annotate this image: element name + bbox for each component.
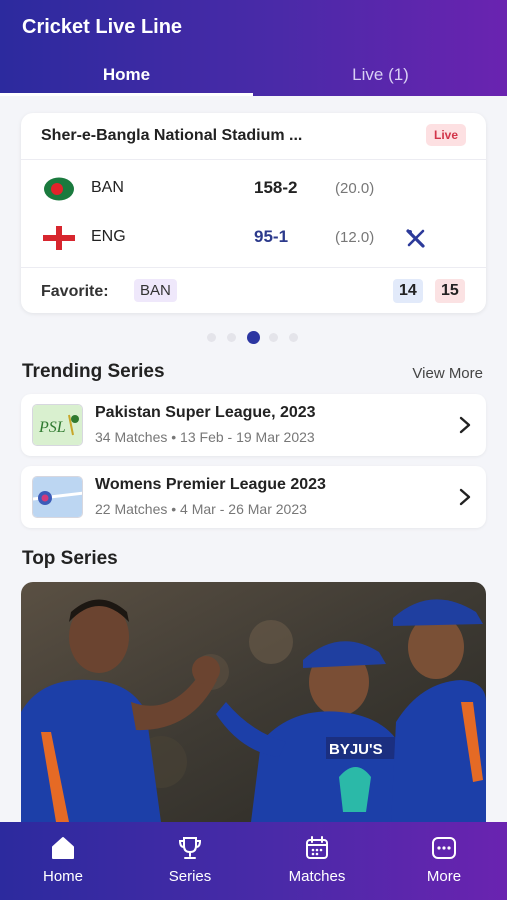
trending-series-title: Trending Series [22,361,165,382]
nav-series[interactable]: Series [127,822,253,900]
pager-dot[interactable] [289,333,298,342]
nav-more[interactable]: More [381,822,507,900]
series-meta: 34 Matches • 13 Feb - 19 Mar 2023 [95,429,315,445]
team-score: 158-2 [254,178,298,197]
match-venue: Sher-e-Bangla National Stadium ... [41,127,303,144]
calendar-icon [306,836,328,859]
home-icon [52,837,74,859]
app-title: Cricket Live Line [22,16,183,38]
pager-dot[interactable] [227,333,236,342]
series-item-psl[interactable]: PSL Pakistan Super League, 2023 34 Match… [21,394,486,456]
tab-home[interactable]: Home [0,58,253,96]
team-name: ENG [91,228,126,245]
team-score: 95-1 [254,227,289,246]
series-name: Womens Premier League 2023 [95,476,326,493]
bottom-nav: Home Series Matches More [0,822,507,900]
top-series-banner-image[interactable]: BYJU'S [21,582,486,822]
nav-label: Matches [288,868,346,885]
svg-text:PSL: PSL [38,419,66,436]
app-header: Cricket Live Line Home Live (1) [0,0,507,96]
team-row-ban: BAN 158-2 (20.0) [21,169,486,209]
england-flag-icon [43,226,75,250]
team-name: BAN [91,179,124,196]
pager-dot-active[interactable] [247,331,260,344]
favorite-label: Favorite: [41,283,109,300]
favorite-team-badge: BAN [134,279,177,302]
chevron-right-icon [459,488,471,506]
nav-matches[interactable]: Matches [254,822,380,900]
bangladesh-flag-icon [44,177,74,201]
team-overs: (12.0) [335,229,375,246]
top-series-title: Top Series [22,548,118,569]
view-more-link[interactable]: View More [412,365,483,382]
live-status-badge: Live [425,124,466,146]
pager-dot[interactable] [207,333,216,342]
team-row-eng: ENG 95-1 (12.0) [21,218,486,258]
nav-home[interactable]: Home [0,822,126,900]
nav-label: More [426,868,462,885]
card-divider [21,267,486,268]
pager-dot[interactable] [269,333,278,342]
psl-logo-icon: PSL [32,404,83,446]
nav-label: Home [42,868,83,885]
team-overs: (20.0) [335,180,375,197]
batting-icon [406,229,425,248]
chevron-right-icon [459,416,471,434]
tab-live[interactable]: Live (1) [254,58,507,96]
card-divider [21,159,486,160]
more-icon [432,837,456,859]
odds-back-value: 14 [393,279,423,303]
trophy-icon [178,837,202,859]
nav-label: Series [168,868,212,885]
wpl-logo-icon [32,476,83,518]
series-item-wpl[interactable]: Womens Premier League 2023 22 Matches • … [21,466,486,528]
series-meta: 22 Matches • 4 Mar - 26 Mar 2023 [95,501,307,517]
svg-text:BYJU'S: BYJU'S [329,741,383,758]
series-name: Pakistan Super League, 2023 [95,404,316,421]
live-match-card[interactable]: Sher-e-Bangla National Stadium ... Live … [21,113,486,313]
odds-lay-value: 15 [435,279,465,303]
